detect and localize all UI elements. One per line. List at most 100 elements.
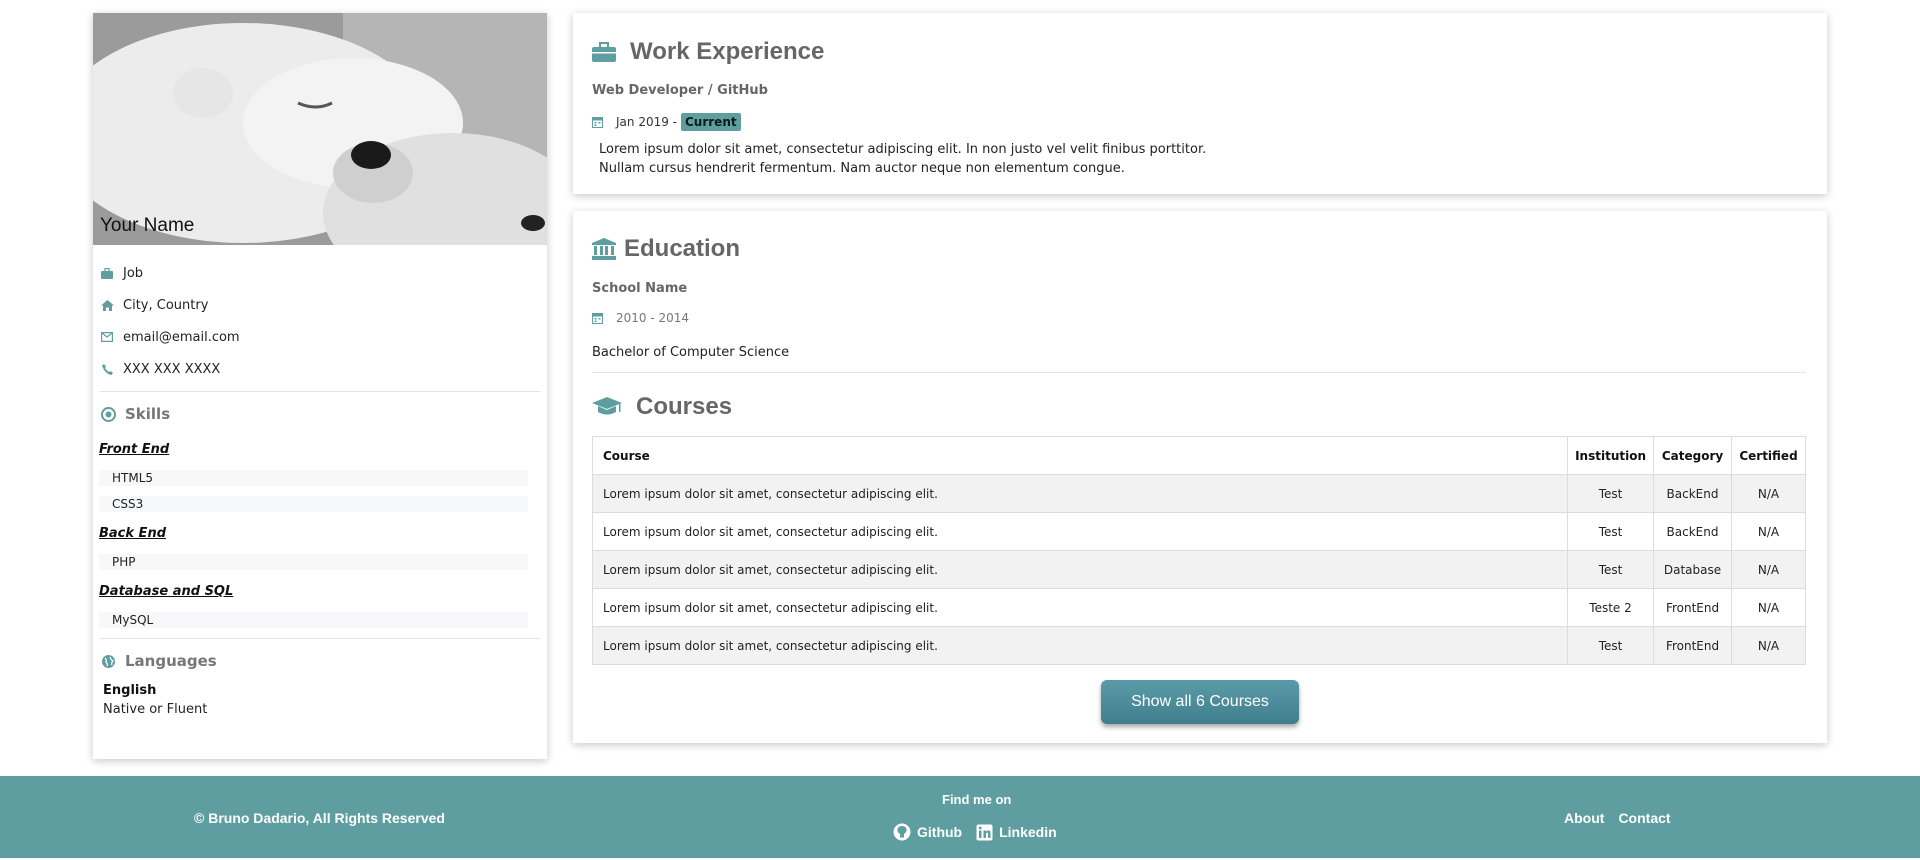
education-card: Education School Name 2010 - 2014 Bachel…	[573, 211, 1827, 743]
institution-cell: Test	[1567, 626, 1655, 665]
column-header-category: Category	[1653, 436, 1732, 475]
skills-title: Skills	[125, 405, 171, 423]
job-description-line: Nullam cursus hendrerit fermentum. Nam a…	[599, 161, 1125, 176]
languages-title: Languages	[125, 652, 217, 670]
copyright-text: © Bruno Dadario, All Rights Reserved	[194, 810, 445, 826]
category-cell: FrontEnd	[1653, 588, 1732, 627]
home-icon	[99, 297, 115, 313]
language-level: Native or Fluent	[103, 702, 208, 717]
skill-category: Database and SQL	[99, 584, 234, 599]
courses-heading: Courses	[592, 393, 732, 421]
profile-photo: Your Name	[93, 13, 547, 245]
category-cell: FrontEnd	[1653, 626, 1732, 665]
phone-icon	[99, 361, 115, 377]
github-link[interactable]: Github	[893, 823, 962, 841]
work-experience-title: Work Experience	[630, 38, 825, 65]
languages-heading: Languages	[93, 639, 547, 683]
language-name: English	[103, 683, 157, 698]
skill-item: CSS3	[99, 496, 528, 512]
education-heading: Education	[592, 235, 740, 263]
info-email[interactable]: email@email.com	[99, 321, 547, 353]
category-cell: Database	[1653, 550, 1732, 589]
table-row: Lorem ipsum dolor sit amet, consectetur …	[591, 550, 1806, 589]
profile-name: Your Name	[100, 215, 195, 236]
info-email-text[interactable]: email@email.com	[123, 330, 240, 345]
info-location-text: City, Country	[123, 297, 209, 313]
polar-bear-photo	[93, 13, 547, 245]
table-row: Lorem ipsum dolor sit amet, consectetur …	[591, 626, 1806, 665]
skill-item: MySQL	[99, 612, 528, 628]
degree-name: Bachelor of Computer Science	[592, 345, 790, 360]
skill-category: Back End	[99, 526, 166, 541]
institution-cell: Test	[1567, 550, 1655, 589]
contact-info-list: Job City, Country email@email.com XXX XX…	[93, 245, 547, 385]
footer-links: About Contact	[1564, 810, 1685, 826]
certified-cell: N/A	[1731, 512, 1806, 551]
work-experience-heading: Work Experience	[592, 38, 824, 66]
institution-cell: Teste 2	[1567, 588, 1655, 627]
divider	[592, 372, 1806, 373]
about-link[interactable]: About	[1564, 810, 1604, 826]
job-description-line: Lorem ipsum dolor sit amet, consectetur …	[599, 142, 1207, 157]
university-icon	[592, 238, 616, 260]
info-phone-text[interactable]: XXX XXX XXXX	[123, 362, 220, 377]
graduation-cap-icon	[592, 397, 622, 417]
category-cell: BackEnd	[1653, 512, 1732, 551]
envelope-icon	[99, 329, 115, 345]
profile-card: Your Name Job City, Country email@email.…	[93, 13, 547, 759]
table-row: Lorem ipsum dolor sit amet, consectetur …	[591, 588, 1806, 627]
category-cell: BackEnd	[1653, 474, 1732, 513]
skill-item: HTML5	[99, 470, 528, 486]
certified-cell: N/A	[1731, 550, 1806, 589]
info-phone[interactable]: XXX XXX XXXX	[99, 353, 547, 385]
info-job: Job	[99, 257, 547, 289]
column-header-institution: Institution	[1567, 436, 1655, 475]
skills-list: Front End HTML5 CSS3 Back End PHP Databa…	[93, 438, 547, 628]
school-name: School Name	[592, 281, 688, 296]
job-description: Lorem ipsum dolor sit amet, consectetur …	[599, 140, 1206, 178]
info-job-text: Job	[123, 265, 144, 281]
course-cell: Lorem ipsum dolor sit amet, consectetur …	[591, 512, 1569, 551]
table-row: Lorem ipsum dolor sit amet, consectetur …	[591, 474, 1806, 513]
column-header-course: Course	[591, 436, 1569, 475]
footer: © Bruno Dadario, All Rights Reserved Fin…	[0, 776, 1920, 858]
certified-cell: N/A	[1731, 588, 1806, 627]
institution-cell: Test	[1567, 474, 1655, 513]
job-role: Web Developer / GitHub	[592, 83, 768, 98]
institution-cell: Test	[1567, 512, 1655, 551]
education-dates: 2010 - 2014	[592, 311, 689, 325]
globe-icon	[99, 652, 117, 670]
github-label[interactable]: Github	[917, 824, 962, 840]
briefcase-icon	[99, 265, 115, 281]
skills-heading: Skills	[93, 392, 547, 436]
column-header-certified: Certified	[1731, 436, 1806, 475]
course-cell: Lorem ipsum dolor sit amet, consectetur …	[591, 474, 1569, 513]
skill-item: PHP	[99, 554, 528, 570]
briefcase-icon	[592, 42, 616, 62]
course-cell: Lorem ipsum dolor sit amet, consectetur …	[591, 550, 1569, 589]
current-badge: Current	[681, 113, 741, 131]
linkedin-link[interactable]: Linkedin	[976, 824, 1057, 841]
job-date-text: Jan 2019 -	[616, 115, 677, 129]
table-row: Lorem ipsum dolor sit amet, consectetur …	[591, 512, 1806, 551]
show-all-courses-button[interactable]: Show all 6 Courses	[1101, 680, 1299, 724]
certified-cell: N/A	[1731, 474, 1806, 513]
calendar-icon	[592, 115, 606, 129]
job-dates: Jan 2019 - Current	[592, 113, 741, 131]
work-experience-card: Work Experience Web Developer / GitHub J…	[573, 13, 1827, 194]
course-cell: Lorem ipsum dolor sit amet, consectetur …	[591, 626, 1569, 665]
table-header-row: Course Institution Category Certified	[591, 436, 1806, 475]
certified-cell: N/A	[1731, 626, 1806, 665]
social-links: Github Linkedin	[893, 823, 1071, 841]
linkedin-label[interactable]: Linkedin	[999, 824, 1057, 840]
linkedin-icon	[976, 824, 993, 841]
education-title: Education	[624, 235, 741, 262]
github-icon	[893, 823, 911, 841]
calendar-icon	[592, 311, 606, 325]
courses-table: Course Institution Category Certified Lo…	[591, 436, 1806, 665]
find-me-label: Find me on	[942, 792, 1012, 807]
contact-link[interactable]: Contact	[1618, 810, 1670, 826]
info-location: City, Country	[99, 289, 547, 321]
education-date-text: 2010 - 2014	[616, 311, 690, 325]
skill-category: Front End	[99, 442, 170, 457]
